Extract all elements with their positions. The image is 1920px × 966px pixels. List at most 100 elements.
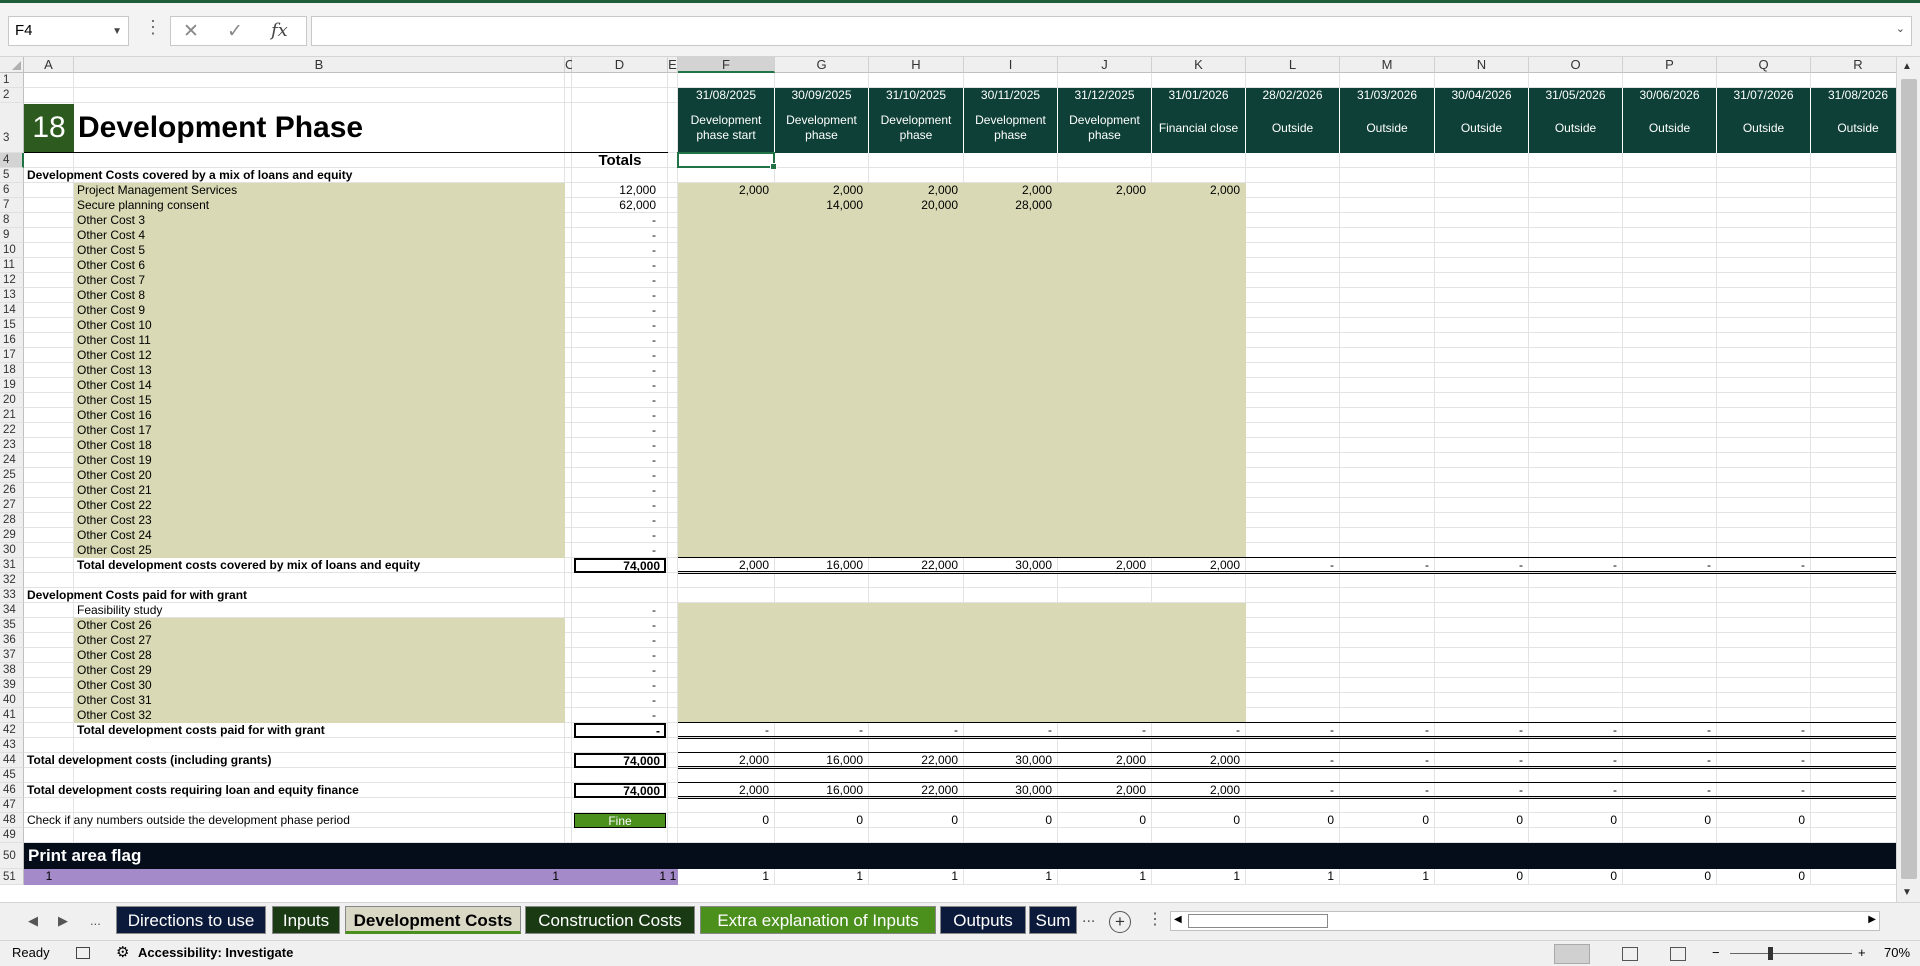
value-cell[interactable]: - <box>1529 783 1617 798</box>
value-cell[interactable]: 28,000 <box>964 198 1052 213</box>
value-cell[interactable]: 0 <box>1529 813 1617 828</box>
value-cell[interactable]: 0 <box>1529 869 1617 885</box>
row-header-35[interactable]: 35 <box>0 618 24 633</box>
value-cell[interactable]: - <box>1623 723 1711 738</box>
value-cell[interactable]: 16,000 <box>775 753 863 768</box>
row-header-51[interactable]: 51 <box>0 869 24 885</box>
column-header-l[interactable]: L <box>1246 57 1340 73</box>
row-header-24[interactable]: 24 <box>0 453 24 468</box>
value-cell[interactable]: - <box>1529 753 1617 768</box>
row-header-49[interactable]: 49 <box>0 828 24 843</box>
next-sheet-icon[interactable]: ▶ <box>58 913 68 929</box>
column-header-r[interactable]: R <box>1811 57 1896 73</box>
row-header-4[interactable]: 4 <box>0 153 24 168</box>
cancel-icon[interactable]: ✕ <box>183 20 199 43</box>
tab-directions-to-use[interactable]: Directions to use <box>116 906 266 934</box>
row-header-22[interactable]: 22 <box>0 423 24 438</box>
row-header-26[interactable]: 26 <box>0 483 24 498</box>
insert-function-icon[interactable]: fx <box>271 20 288 41</box>
row-header-14[interactable]: 14 <box>0 303 24 318</box>
value-cell[interactable]: 0 <box>1623 813 1711 828</box>
row-header-18[interactable]: 18 <box>0 363 24 378</box>
value-cell[interactable]: 14,000 <box>775 198 863 213</box>
more-options-icon[interactable]: ⋮ <box>144 17 162 38</box>
row-header-44[interactable]: 44 <box>0 753 24 768</box>
value-cell[interactable]: 1 <box>678 869 769 885</box>
value-cell[interactable]: - <box>1811 558 1896 573</box>
value-cell[interactable]: 2,000 <box>1058 753 1146 768</box>
tab-construction-costs[interactable]: Construction Costs <box>525 906 695 934</box>
row-header-50[interactable]: 50 <box>0 843 24 869</box>
row-header-13[interactable]: 13 <box>0 288 24 303</box>
value-cell[interactable]: - <box>1246 783 1334 798</box>
scroll-down-icon[interactable]: ▼ <box>1902 887 1912 898</box>
value-cell[interactable]: - <box>678 723 769 738</box>
column-header-a[interactable]: A <box>24 57 74 73</box>
row-header-15[interactable]: 15 <box>0 318 24 333</box>
value-cell[interactable]: 2,000 <box>869 183 958 198</box>
row-header-17[interactable]: 17 <box>0 348 24 363</box>
row-header-32[interactable]: 32 <box>0 573 24 588</box>
column-header-i[interactable]: I <box>964 57 1058 73</box>
row-header-21[interactable]: 21 <box>0 408 24 423</box>
value-cell[interactable]: - <box>1717 558 1805 573</box>
value-cell[interactable]: - <box>1435 558 1523 573</box>
value-cell[interactable]: 22,000 <box>869 558 958 573</box>
more-sheets-right[interactable]: ... <box>1082 909 1095 927</box>
value-cell[interactable]: 16,000 <box>775 783 863 798</box>
value-cell[interactable]: 2,000 <box>1152 783 1240 798</box>
value-cell[interactable]: 2,000 <box>1152 558 1240 573</box>
value-cell[interactable]: - <box>1058 723 1146 738</box>
value-cell[interactable]: 0 <box>1623 869 1711 885</box>
value-cell[interactable]: - <box>1246 753 1334 768</box>
column-header-p[interactable]: P <box>1623 57 1717 73</box>
row-header-7[interactable]: 7 <box>0 198 24 213</box>
value-cell[interactable]: 0 <box>1717 869 1805 885</box>
row-header-25[interactable]: 25 <box>0 468 24 483</box>
row-header-36[interactable]: 36 <box>0 633 24 648</box>
value-cell[interactable]: - <box>869 723 958 738</box>
value-cell[interactable]: 2,000 <box>1152 183 1240 198</box>
horizontal-scroll-thumb[interactable] <box>1188 914 1328 928</box>
row-header-47[interactable]: 47 <box>0 798 24 813</box>
value-cell[interactable]: - <box>1340 783 1429 798</box>
value-cell[interactable]: 2,000 <box>678 183 769 198</box>
vertical-scroll-thumb[interactable] <box>1901 79 1917 879</box>
value-cell[interactable]: - <box>1811 783 1896 798</box>
vertical-scrollbar[interactable]: ▲ ▼ <box>1896 57 1920 902</box>
horizontal-scrollbar[interactable]: ◀ ▶ <box>1170 911 1880 931</box>
tab-sum[interactable]: Sum <box>1029 906 1077 934</box>
accessibility-status[interactable]: Accessibility: Investigate <box>138 941 293 965</box>
value-cell[interactable]: - <box>1623 558 1711 573</box>
value-cell[interactable]: 30,000 <box>964 558 1052 573</box>
row-header-37[interactable]: 37 <box>0 648 24 663</box>
value-cell[interactable]: 2,000 <box>1058 558 1146 573</box>
row-header-5[interactable]: 5 <box>0 168 24 183</box>
value-cell[interactable]: 30,000 <box>964 783 1052 798</box>
value-cell[interactable]: 0 <box>1340 813 1429 828</box>
value-cell[interactable]: 1 <box>869 869 958 885</box>
value-cell[interactable]: - <box>1246 723 1334 738</box>
value-cell[interactable]: - <box>1623 753 1711 768</box>
value-cell[interactable]: - <box>1340 558 1429 573</box>
value-cell[interactable]: 0 <box>775 813 863 828</box>
zoom-slider-thumb[interactable] <box>1768 947 1773 960</box>
formula-input[interactable]: ⌄ <box>311 16 1912 46</box>
value-cell[interactable]: - <box>1435 753 1523 768</box>
row-header-16[interactable]: 16 <box>0 333 24 348</box>
row-header-2[interactable]: 2 <box>0 88 24 103</box>
column-header-o[interactable]: O <box>1529 57 1623 73</box>
column-header-e[interactable]: E <box>668 57 678 73</box>
value-cell[interactable]: 2,000 <box>678 753 769 768</box>
row-header-19[interactable]: 19 <box>0 378 24 393</box>
tab-outputs[interactable]: Outputs <box>940 906 1026 934</box>
row-header-20[interactable]: 20 <box>0 393 24 408</box>
accessibility-icon[interactable]: ⚙ <box>116 941 129 965</box>
value-cell[interactable]: - <box>1340 753 1429 768</box>
row-header-3[interactable]: 3 <box>0 103 24 153</box>
value-cell[interactable]: 2,000 <box>775 183 863 198</box>
value-cell[interactable]: 1 <box>1152 869 1240 885</box>
value-cell[interactable]: - <box>775 723 863 738</box>
selected-cell-f4[interactable] <box>677 152 777 170</box>
value-cell[interactable]: - <box>1246 558 1334 573</box>
